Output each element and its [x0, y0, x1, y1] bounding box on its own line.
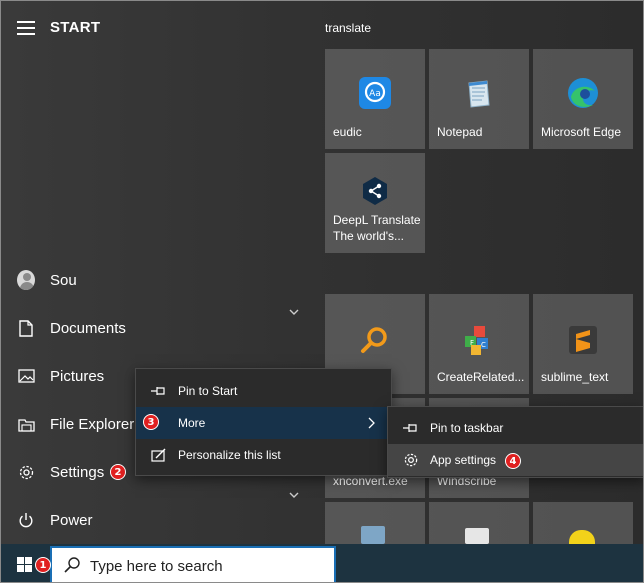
svg-text:C: C — [481, 341, 486, 349]
chevron-down-icon[interactable] — [289, 305, 299, 319]
menu-item-label: App settings — [430, 453, 497, 467]
tile-deepl-translate[interactable]: DeepL Translate The world's... — [325, 153, 425, 253]
pin-icon — [402, 419, 420, 437]
user-name: Sou — [50, 271, 77, 289]
app-icon — [569, 530, 595, 544]
gear-icon — [17, 463, 35, 481]
step-badge-4: 4 — [505, 453, 521, 469]
taskbar: Type here to search — [1, 544, 643, 582]
rail-item-label: Settings — [50, 463, 105, 481]
notepad-icon — [463, 77, 495, 109]
chevron-down-icon[interactable] — [289, 488, 299, 502]
pictures-icon — [17, 367, 35, 385]
eudic-icon: Aa — [359, 77, 391, 109]
hamburger-menu-icon[interactable] — [17, 21, 35, 35]
search-magnifier-icon — [359, 324, 391, 356]
deepl-icon — [359, 175, 391, 207]
app-icon — [361, 526, 385, 544]
create-related-icon: FC — [463, 324, 495, 356]
menu-item-personalize[interactable]: Personalize this list — [136, 439, 391, 471]
tile-partial[interactable] — [325, 502, 425, 544]
search-icon — [64, 557, 80, 578]
svg-text:Aa: Aa — [369, 89, 381, 99]
file-explorer-icon — [17, 415, 35, 433]
tile-partial[interactable] — [533, 502, 633, 544]
tile-label: sublime_text — [541, 370, 609, 384]
menu-item-label: Pin to taskbar — [430, 421, 504, 435]
app-icon — [465, 528, 489, 544]
tile-label: Microsoft Edge — [541, 125, 622, 139]
tile-label: Notepad — [437, 125, 483, 139]
step-badge-2: 2 — [110, 464, 126, 480]
gear-icon — [402, 451, 420, 469]
rail-item-label: Power — [50, 511, 93, 529]
start-title: START — [50, 19, 101, 36]
menu-item-label: Personalize this list — [178, 448, 281, 462]
personalize-icon — [150, 446, 168, 464]
context-menu: Pin to Start More Personalize this list — [135, 368, 392, 476]
tile-partial[interactable] — [429, 502, 529, 544]
user-account[interactable]: Sou — [1, 260, 261, 300]
search-input[interactable]: Type here to search — [50, 546, 336, 582]
rail-item-documents[interactable]: Documents — [1, 308, 261, 348]
pin-icon — [150, 382, 168, 400]
edge-icon — [567, 77, 599, 109]
svg-text:F: F — [470, 339, 474, 347]
menu-item-label: Pin to Start — [178, 384, 238, 398]
tile-group-label[interactable]: translate — [325, 21, 371, 35]
power-icon — [17, 511, 35, 529]
tile-label: CreateRelated... — [437, 370, 525, 384]
menu-item-pin-to-taskbar[interactable]: Pin to taskbar — [388, 412, 643, 444]
tile-eudic[interactable]: Aa eudic — [325, 49, 425, 149]
tile-label: eudic — [333, 125, 362, 139]
step-badge-3: 3 — [143, 414, 159, 430]
document-icon — [17, 319, 35, 337]
tile-sublime-text[interactable]: sublime_text — [533, 294, 633, 394]
rail-item-label: Pictures — [50, 367, 105, 385]
menu-item-more[interactable]: More — [136, 407, 391, 439]
menu-item-label: More — [178, 416, 206, 430]
rail-item-label: File Explorer — [50, 415, 135, 433]
search-placeholder: Type here to search — [90, 558, 223, 575]
start-menu: START Sou Documents Pictures File Explor… — [0, 0, 644, 583]
user-avatar-icon — [17, 270, 35, 290]
windows-logo-icon — [17, 557, 32, 572]
tile-microsoft-edge[interactable]: Microsoft Edge — [533, 49, 633, 149]
tile-notepad[interactable]: Notepad — [429, 49, 529, 149]
chevron-right-icon — [368, 417, 375, 432]
rail-item-power[interactable]: Power — [1, 500, 261, 540]
step-badge-1: 1 — [35, 557, 51, 573]
tile-createrelated[interactable]: FC CreateRelated... — [429, 294, 529, 394]
tile-label: DeepL Translate The world's... — [333, 213, 421, 243]
menu-item-pin-to-start[interactable]: Pin to Start — [136, 375, 391, 407]
rail-item-label: Documents — [50, 319, 126, 337]
sublime-icon — [567, 324, 599, 356]
